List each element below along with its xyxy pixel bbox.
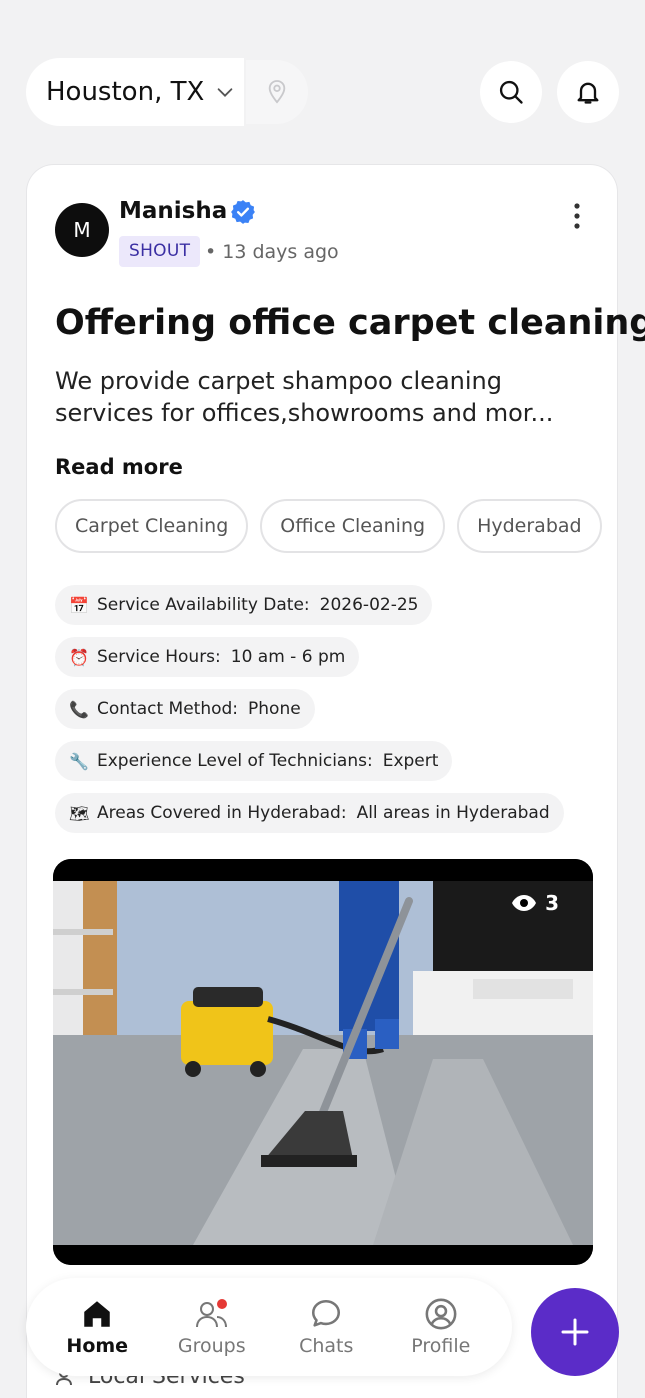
nav-groups-label: Groups <box>177 1335 246 1357</box>
read-more-link[interactable]: Read more <box>55 455 183 479</box>
attribute-list: 📅 Service Availability Date: 2026-02-25 … <box>55 585 564 845</box>
attribute-value: All areas in Hyderabad <box>356 803 550 823</box>
view-count-value: 3 <box>545 891 559 915</box>
more-options-icon[interactable] <box>567 201 587 231</box>
notifications-button[interactable] <box>557 61 619 123</box>
wrench-icon: 🔧 <box>69 751 89 771</box>
chat-bubble-icon <box>312 1299 341 1327</box>
post-title[interactable]: Offering office carpet cleaning <box>55 303 645 343</box>
view-count: 3 <box>511 891 559 915</box>
groups-icon <box>195 1299 227 1328</box>
attribute-value: 2026-02-25 <box>319 595 419 615</box>
location-label: Houston, TX <box>46 77 205 107</box>
post-image[interactable]: 3 <box>53 859 593 1265</box>
attribute-item: 🗺 Areas Covered in Hyderabad: All areas … <box>55 793 564 833</box>
tag-list: Carpet Cleaning Office Cleaning Hyderaba… <box>55 499 619 555</box>
attribute-item: 📞 Contact Method: Phone <box>55 689 315 729</box>
nav-chats-label: Chats <box>299 1335 354 1357</box>
eye-icon <box>512 895 537 911</box>
location-selector[interactable]: Houston, TX <box>26 58 244 126</box>
plus-icon <box>561 1318 589 1346</box>
create-post-button[interactable] <box>531 1288 619 1376</box>
calendar-icon: 📅 <box>69 595 89 615</box>
verified-badge-icon <box>231 200 255 224</box>
nav-profile-label: Profile <box>411 1335 471 1357</box>
search-button[interactable] <box>480 61 542 123</box>
attribute-value: Expert <box>382 751 439 771</box>
home-icon <box>84 1301 110 1327</box>
search-icon <box>499 80 523 104</box>
alarm-clock-icon: ⏰ <box>69 647 89 667</box>
tag-chip[interactable]: Hyderabad <box>457 499 602 553</box>
attribute-item: 🔧 Experience Level of Technicians: Exper… <box>55 741 453 781</box>
attribute-value: Phone <box>248 699 301 719</box>
nav-home-label: Home <box>66 1335 129 1357</box>
phone-icon: 📞 <box>69 699 89 719</box>
post-time: • 13 days ago <box>205 241 339 263</box>
attribute-label: Experience Level of Technicians: <box>97 751 373 771</box>
profile-icon <box>425 1298 457 1330</box>
tag-chip[interactable]: Office Cleaning <box>260 499 446 553</box>
location-pin-button[interactable] <box>246 60 308 124</box>
top-bar: Houston, TX <box>0 0 645 150</box>
attribute-label: Contact Method: <box>97 699 239 719</box>
post-card[interactable]: M Manisha SHOUT • 13 days ago Offering o… <box>26 164 645 1398</box>
attribute-label: Service Hours: <box>97 647 221 667</box>
map-pin-icon <box>268 80 286 104</box>
attribute-label: Areas Covered in Hyderabad: <box>97 803 347 823</box>
avatar[interactable]: M <box>55 203 109 257</box>
post-type-badge: SHOUT <box>119 236 201 267</box>
carpet-cleaning-photo <box>53 859 593 1265</box>
chevron-down-icon <box>217 88 233 97</box>
post-description: We provide carpet shampoo cleaning servi… <box>55 367 554 427</box>
attribute-item: ⏰ Service Hours: 10 am - 6 pm <box>55 637 360 677</box>
bottom-navigation: Home Groups Chats Profile <box>26 1278 512 1376</box>
bell-icon <box>577 82 599 104</box>
map-icon: 🗺 <box>69 803 90 823</box>
notification-dot <box>216 1299 227 1309</box>
tag-chip[interactable]: Carpet Cleaning <box>55 499 249 553</box>
nav-chats[interactable]: Chats <box>276 1297 376 1357</box>
nav-groups[interactable]: Groups <box>162 1297 262 1357</box>
attribute-value: 10 am - 6 pm <box>230 647 346 667</box>
author-name[interactable]: Manisha <box>119 198 227 224</box>
attribute-label: Service Availability Date: <box>97 595 310 615</box>
nav-profile[interactable]: Profile <box>391 1297 491 1357</box>
nav-home[interactable]: Home <box>47 1297 147 1357</box>
attribute-item: 📅 Service Availability Date: 2026-02-25 <box>55 585 433 625</box>
